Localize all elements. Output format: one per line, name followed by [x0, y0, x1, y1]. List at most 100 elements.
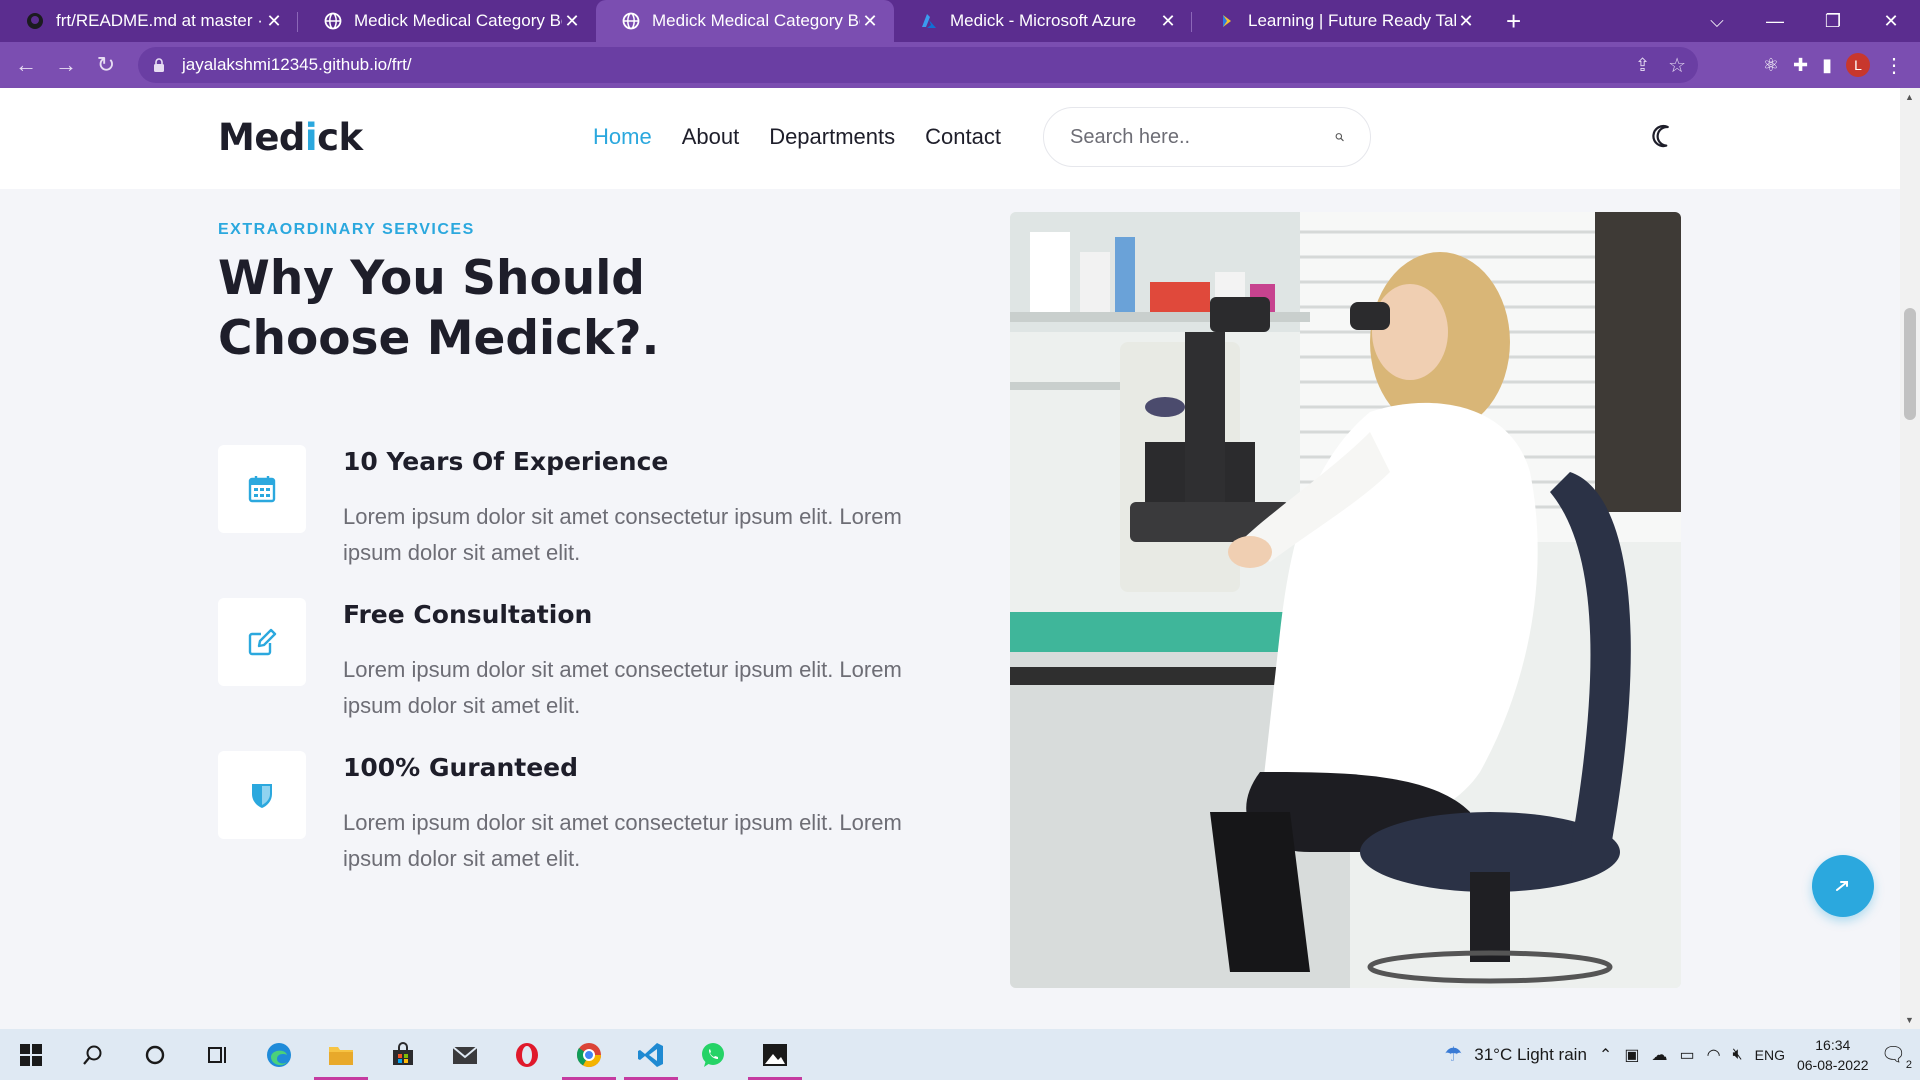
- feature-description: Lorem ipsum dolor sit amet consectetur i…: [343, 504, 902, 565]
- globe-icon: [622, 12, 640, 30]
- search-taskbar-icon[interactable]: [62, 1029, 124, 1080]
- close-window-button[interactable]: ✕: [1862, 11, 1920, 32]
- battery-icon[interactable]: ▭: [1679, 1045, 1694, 1065]
- shield-icon: [252, 784, 272, 808]
- close-tab-icon[interactable]: ✕: [860, 11, 880, 32]
- opera-icon[interactable]: [496, 1029, 558, 1080]
- feature-icon-box: [218, 598, 306, 686]
- tray-overflow-chevron-icon[interactable]: ⌃: [1599, 1045, 1612, 1065]
- edge-browser-icon[interactable]: [248, 1029, 310, 1080]
- weather-rain-icon[interactable]: ☂: [1444, 1042, 1462, 1067]
- task-view-icon[interactable]: [186, 1029, 248, 1080]
- share-icon[interactable]: ⇪: [1635, 55, 1650, 76]
- reload-icon[interactable]: ↻: [86, 52, 126, 78]
- feature-description: Lorem ipsum dolor sit amet consectetur i…: [343, 657, 902, 718]
- profile-avatar[interactable]: L: [1846, 53, 1870, 77]
- close-tab-icon[interactable]: ✕: [264, 11, 284, 32]
- notification-center-icon[interactable]: 🗨︎ 2: [1881, 1042, 1912, 1071]
- search-input[interactable]: [1070, 125, 1335, 149]
- close-tab-icon[interactable]: ✕: [1456, 11, 1476, 32]
- whatsapp-icon[interactable]: [682, 1029, 744, 1080]
- site-logo[interactable]: Medick: [218, 116, 363, 159]
- site-header: Medick Home About Departments Contact: [0, 88, 1900, 189]
- feature-description: Lorem ipsum dolor sit amet consectetur i…: [343, 810, 902, 871]
- browser-tab-learning[interactable]: Learning | Future Ready Talent ✕: [1192, 0, 1490, 42]
- feature-title: Free Consultation: [343, 600, 593, 629]
- nav-about[interactable]: About: [682, 124, 740, 150]
- forward-icon[interactable]: →: [46, 52, 86, 78]
- vscode-icon[interactable]: [620, 1029, 682, 1080]
- chrome-icon[interactable]: [558, 1029, 620, 1080]
- clock-date: 06-08-2022: [1796, 1056, 1869, 1073]
- scrollbar-thumb[interactable]: [1904, 308, 1916, 420]
- tab-title: Medick Medical Category Bootstrap: [652, 11, 860, 30]
- nav-departments[interactable]: Departments: [769, 124, 895, 150]
- clock-time: 16:34: [1815, 1036, 1851, 1053]
- close-tab-icon[interactable]: ✕: [562, 11, 582, 32]
- browser-tab-github[interactable]: frt/README.md at master · Jayalakshmi123…: [0, 0, 298, 42]
- weather-text[interactable]: 31°C Light rain: [1474, 1045, 1587, 1065]
- tab-title: Medick - Microsoft Azure: [950, 11, 1137, 30]
- feature-item: 10 Years Of Experience Lorem ipsum dolor…: [218, 445, 918, 575]
- windows-start-icon[interactable]: [0, 1029, 62, 1080]
- extension-react-icon[interactable]: ⚛: [1763, 55, 1779, 76]
- close-tab-icon[interactable]: ✕: [1158, 11, 1178, 32]
- tab-title: Learning | Future Ready Talent: [1248, 11, 1456, 30]
- onedrive-cloud-icon[interactable]: ☁: [1651, 1045, 1667, 1065]
- azure-icon: [920, 12, 938, 30]
- lab-scientist-photo: [1010, 212, 1681, 988]
- new-tab-button[interactable]: +: [1506, 0, 1521, 42]
- browser-tab-medick-active[interactable]: Medick Medical Category Bootstrap ✕: [596, 0, 894, 42]
- feature-title: 10 Years Of Experience: [343, 447, 669, 476]
- bookmark-star-icon[interactable]: ☆: [1668, 53, 1686, 78]
- restore-button[interactable]: ❐: [1804, 11, 1862, 32]
- nav-contact[interactable]: Contact: [925, 124, 1001, 150]
- language-indicator[interactable]: ENG: [1755, 1047, 1785, 1063]
- feature-item: 100% Guranteed Lorem ipsum dolor sit ame…: [218, 751, 918, 881]
- arrow-up-icon: [1836, 881, 1848, 891]
- system-tray: ☂ 31°C Light rain ⌃ ▣ ☁ ▭ ◠ 🔇︎ ENG 16:34…: [1444, 1029, 1920, 1080]
- learning-icon: [1218, 12, 1236, 30]
- feature-item: Free Consultation Lorem ipsum dolor sit …: [218, 598, 918, 728]
- github-icon: [26, 12, 44, 30]
- address-bar[interactable]: jayalakshmi12345.github.io/frt/ ⇪ ☆: [138, 47, 1698, 83]
- minimize-button[interactable]: —: [1746, 11, 1804, 32]
- browser-tab-bar: frt/README.md at master · Jayalakshmi123…: [0, 0, 1920, 42]
- tab-title: frt/README.md at master · Jayalakshmi123…: [56, 11, 264, 30]
- main-nav: Home About Departments Contact: [593, 124, 1001, 150]
- section-eyebrow: EXTRAORDINARY SERVICES: [218, 221, 475, 238]
- url-text: jayalakshmi12345.github.io/frt/: [182, 55, 412, 74]
- tray-device-icon[interactable]: ▣: [1624, 1045, 1639, 1065]
- back-icon[interactable]: ←: [6, 52, 46, 78]
- file-explorer-icon[interactable]: [310, 1029, 372, 1080]
- cortana-icon[interactable]: [124, 1029, 186, 1080]
- back-to-top-button[interactable]: [1812, 855, 1874, 917]
- search-icon[interactable]: [1335, 127, 1344, 147]
- scroll-down-arrow-icon[interactable]: ▼: [1905, 1015, 1914, 1025]
- mail-icon[interactable]: [434, 1029, 496, 1080]
- feature-icon-box: [218, 445, 306, 533]
- volume-muted-icon[interactable]: 🔇︎: [1733, 1046, 1743, 1064]
- edit-icon: [248, 628, 277, 656]
- nav-home[interactable]: Home: [593, 124, 652, 150]
- browser-tab-medick-1[interactable]: Medick Medical Category Bootstrap ✕: [298, 0, 596, 42]
- tab-search-icon[interactable]: ⌵: [1688, 11, 1746, 32]
- page-scrollbar[interactable]: ▲ ▼: [1900, 88, 1920, 1029]
- windows-taskbar: ☂ 31°C Light rain ⌃ ▣ ☁ ▭ ◠ 🔇︎ ENG 16:34…: [0, 1029, 1920, 1080]
- browser-menu-icon[interactable]: ⋮: [1884, 53, 1904, 78]
- feature-icon-box: [218, 751, 306, 839]
- photos-icon[interactable]: [744, 1029, 806, 1080]
- scroll-up-arrow-icon[interactable]: ▲: [1905, 92, 1914, 102]
- dark-mode-moon-icon[interactable]: [1648, 122, 1678, 152]
- wifi-icon[interactable]: ◠: [1707, 1045, 1721, 1065]
- feature-title: 100% Guranteed: [343, 753, 579, 782]
- extensions-puzzle-icon[interactable]: ✚: [1793, 55, 1808, 76]
- globe-icon: [324, 12, 342, 30]
- lock-icon: [154, 58, 164, 72]
- window-controls: ⌵ — ❐ ✕: [1688, 0, 1920, 42]
- search-box: [1043, 107, 1371, 167]
- browser-tab-azure[interactable]: Medick - Microsoft Azure ✕: [894, 0, 1192, 42]
- side-panel-icon[interactable]: ▮: [1822, 55, 1832, 76]
- taskbar-clock[interactable]: 16:34 06-08-2022: [1797, 1035, 1869, 1075]
- microsoft-store-icon[interactable]: [372, 1029, 434, 1080]
